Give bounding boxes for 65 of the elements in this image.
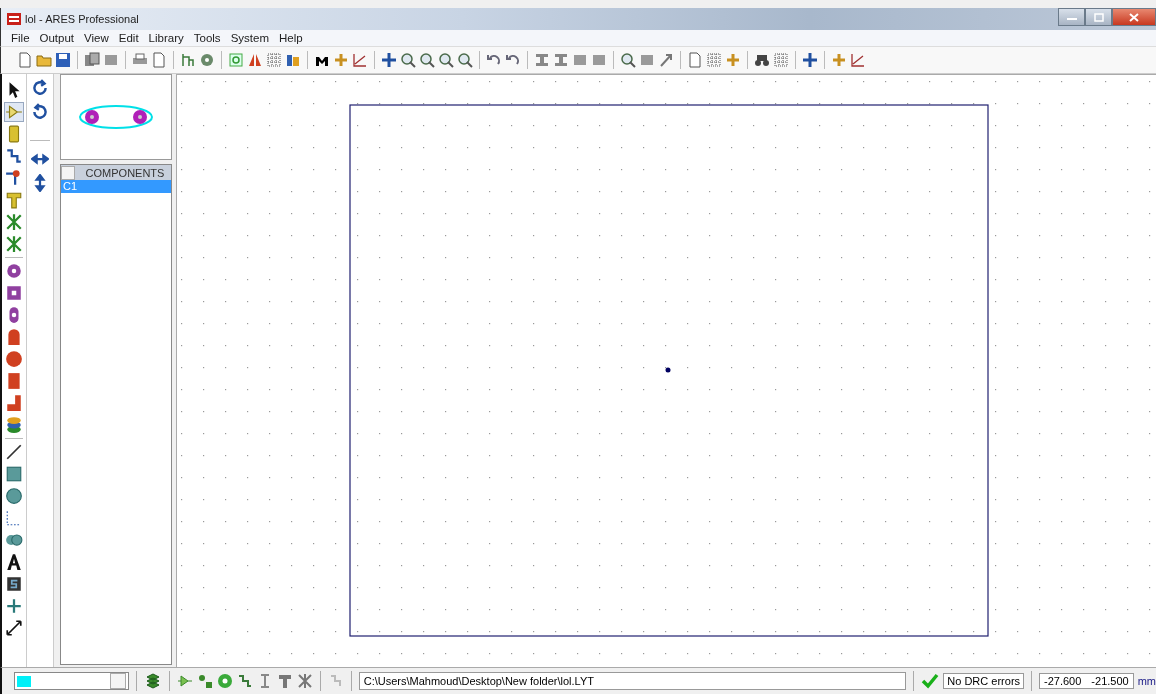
menu-item[interactable]: View — [84, 32, 109, 44]
text-icon[interactable] — [4, 552, 24, 572]
menu-item[interactable]: File — [11, 32, 30, 44]
block-move-icon[interactable] — [553, 52, 569, 68]
track-filter-icon[interactable] — [236, 673, 253, 689]
close-button[interactable] — [1112, 8, 1156, 26]
circle-icon[interactable] — [4, 486, 24, 506]
rotate-clockwise-icon[interactable] — [30, 78, 50, 98]
zoom-in-icon[interactable] — [400, 52, 416, 68]
window-title: lol - ARES Professional — [25, 13, 139, 25]
layer-selector[interactable] — [14, 672, 129, 690]
x-coordinate: -27.600 — [1044, 675, 1082, 687]
list-icon[interactable] — [773, 52, 789, 68]
list-header: COMPONENTS — [84, 166, 166, 179]
binoculars-icon[interactable] — [754, 52, 770, 68]
close-icon — [1129, 12, 1139, 22]
origin-marker — [665, 367, 671, 373]
pad-filter-icon[interactable] — [196, 673, 213, 689]
refresh-icon[interactable] — [228, 52, 244, 68]
minimize-button[interactable] — [1058, 8, 1085, 26]
box-icon[interactable] — [4, 464, 24, 484]
zoom-area-icon[interactable] — [457, 52, 473, 68]
menu-item[interactable]: Library — [148, 32, 184, 44]
polygon-pad-icon[interactable] — [4, 393, 24, 413]
pick-icon[interactable] — [620, 52, 636, 68]
page-icon[interactable] — [151, 52, 167, 68]
menu-item[interactable]: Edit — [118, 32, 139, 44]
drc-status[interactable]: No DRC errors — [943, 673, 1025, 689]
block-copy-icon[interactable] — [534, 52, 550, 68]
books-icon[interactable] — [285, 52, 301, 68]
copy-icon[interactable] — [84, 52, 100, 68]
menu-item[interactable]: Output — [39, 32, 75, 44]
axes-icon[interactable] — [352, 52, 368, 68]
open-folder-icon[interactable] — [36, 52, 52, 68]
menu-item[interactable]: Help — [278, 32, 303, 44]
unit-label: mm — [1137, 675, 1156, 687]
grid-icon[interactable] — [266, 52, 282, 68]
component-filter-icon[interactable] — [176, 673, 193, 689]
file-path: C:\Users\Mahmoud\Desktop\New folder\lol.LYT — [358, 672, 907, 690]
maximize-button[interactable] — [1085, 8, 1112, 26]
new-file-icon[interactable] — [17, 52, 33, 68]
circle-smt-pad-icon[interactable] — [4, 349, 24, 369]
menu-item[interactable]: Tools — [193, 32, 221, 44]
save-icon[interactable] — [55, 52, 71, 68]
zoom-all-icon[interactable] — [438, 52, 454, 68]
dimension-icon[interactable] — [4, 618, 24, 638]
router-icon[interactable] — [706, 52, 722, 68]
rotate-counterclockwise-icon[interactable] — [30, 102, 50, 122]
via-filter-icon[interactable] — [216, 673, 233, 689]
symbol-icon[interactable] — [4, 574, 24, 594]
y-coordinate: -21.500 — [1091, 675, 1129, 687]
app-logo-icon — [7, 13, 21, 25]
padstack-icon[interactable] — [4, 415, 24, 435]
round-pad-icon[interactable] — [4, 261, 24, 281]
graph-icon[interactable] — [850, 52, 866, 68]
arrow-icon[interactable] — [658, 52, 674, 68]
design-icon[interactable] — [687, 52, 703, 68]
zoom-out-icon[interactable] — [419, 52, 435, 68]
flip-icon[interactable] — [247, 52, 263, 68]
pan-icon[interactable] — [381, 52, 397, 68]
square-pad-icon[interactable] — [4, 283, 24, 303]
menu-item[interactable]: System — [230, 32, 269, 44]
track-icon[interactable] — [4, 146, 24, 166]
maximize-icon — [1093, 12, 1104, 22]
line-icon[interactable] — [4, 442, 24, 462]
